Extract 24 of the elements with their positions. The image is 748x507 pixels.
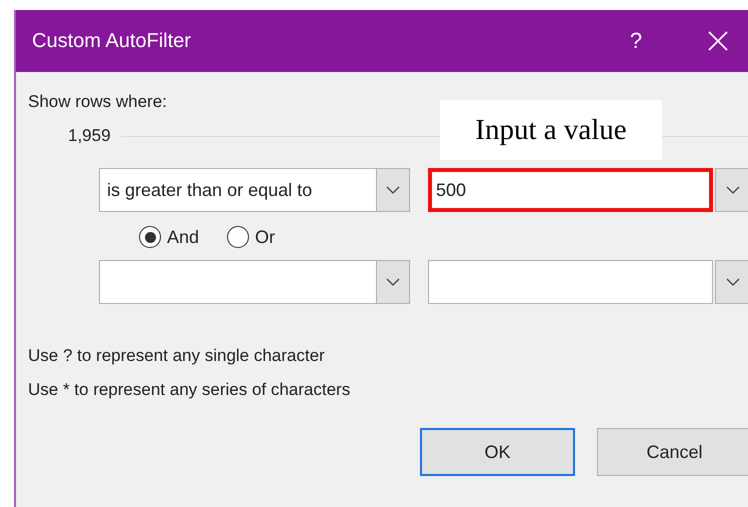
value-dropdown-button[interactable] <box>715 260 748 304</box>
operator-dropdown[interactable] <box>99 260 410 304</box>
dialog-button[interactable]: Cancel <box>597 428 748 476</box>
radio-option[interactable]: And <box>139 226 200 248</box>
hint-text: Use * to represent any series of characters <box>28 380 352 400</box>
value-dropdown-button[interactable] <box>715 168 748 212</box>
column-label: 1,959 <box>68 126 111 146</box>
window-title: Custom AutoFilter <box>32 30 192 52</box>
radio-icon[interactable] <box>139 226 161 248</box>
value-field[interactable] <box>428 260 713 304</box>
dialog-button[interactable]: OK <box>420 428 575 476</box>
help-button[interactable]: ? <box>616 28 656 54</box>
hint-text: Use ? to represent any single character <box>28 346 326 366</box>
caret-icon <box>386 186 400 194</box>
operator-dropdown[interactable]: is greater than or equal to <box>99 168 410 212</box>
annotation-label: Input a value <box>440 100 662 160</box>
value-field[interactable]: 500 <box>428 168 713 212</box>
radio-option[interactable]: Or <box>227 226 276 248</box>
radio-icon[interactable] <box>227 226 250 248</box>
prompt-label: Show rows where: <box>28 92 168 112</box>
caret-icon <box>726 278 740 286</box>
close-icon[interactable] <box>708 31 728 51</box>
caret-icon <box>726 186 740 194</box>
caret-icon <box>386 278 400 286</box>
